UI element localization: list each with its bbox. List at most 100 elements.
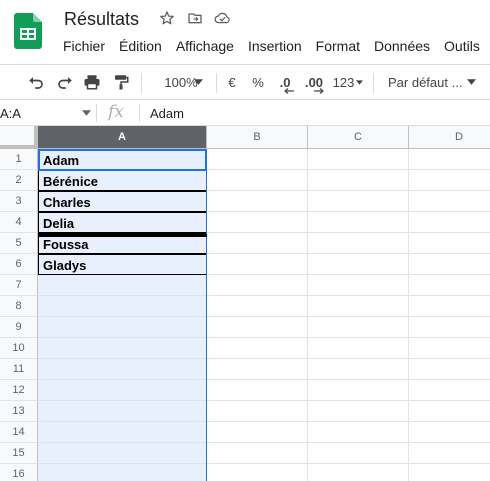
menu-insertion[interactable]: Insertion bbox=[248, 38, 302, 54]
select-all-corner[interactable] bbox=[0, 126, 38, 149]
row-header-10[interactable]: 10 bbox=[0, 338, 38, 359]
cell-c5[interactable] bbox=[308, 233, 409, 254]
cell-c9[interactable] bbox=[308, 317, 409, 338]
cloud-status-icon[interactable] bbox=[214, 9, 231, 26]
document-title[interactable]: Résultats bbox=[64, 9, 139, 30]
cell-d3[interactable] bbox=[409, 191, 490, 212]
row-header-2[interactable]: 2 bbox=[0, 170, 38, 191]
cell-c4[interactable] bbox=[308, 212, 409, 233]
row-header-5[interactable]: 5 bbox=[0, 233, 38, 254]
column-header-a[interactable]: A bbox=[38, 126, 207, 149]
redo-icon[interactable] bbox=[53, 65, 77, 99]
cell-b13[interactable] bbox=[207, 401, 308, 422]
cell-d15[interactable] bbox=[409, 443, 490, 464]
cell-a9[interactable] bbox=[38, 317, 207, 338]
menu-fichier[interactable]: Fichier bbox=[63, 38, 105, 54]
cell-d10[interactable] bbox=[409, 338, 490, 359]
cell-a11[interactable] bbox=[38, 359, 207, 380]
cell-a1[interactable]: Adam bbox=[38, 149, 207, 170]
cell-c8[interactable] bbox=[308, 296, 409, 317]
cell-b10[interactable] bbox=[207, 338, 308, 359]
row-header-9[interactable]: 9 bbox=[0, 317, 38, 338]
cell-a8[interactable] bbox=[38, 296, 207, 317]
row-header-4[interactable]: 4 bbox=[0, 212, 38, 233]
cell-d14[interactable] bbox=[409, 422, 490, 443]
row-header-3[interactable]: 3 bbox=[0, 191, 38, 212]
cell-c3[interactable] bbox=[308, 191, 409, 212]
row-header-14[interactable]: 14 bbox=[0, 422, 38, 443]
row-header-7[interactable]: 7 bbox=[0, 275, 38, 296]
cell-d4[interactable] bbox=[409, 212, 490, 233]
currency-format-button[interactable]: € bbox=[222, 65, 242, 99]
cell-b9[interactable] bbox=[207, 317, 308, 338]
cell-a7[interactable] bbox=[38, 275, 207, 296]
row-header-1[interactable]: 1 bbox=[0, 149, 38, 170]
cell-a10[interactable] bbox=[38, 338, 207, 359]
cell-b16[interactable] bbox=[207, 464, 308, 481]
row-header-15[interactable]: 15 bbox=[0, 443, 38, 464]
cell-c14[interactable] bbox=[308, 422, 409, 443]
cell-d9[interactable] bbox=[409, 317, 490, 338]
cell-b2[interactable] bbox=[207, 170, 308, 191]
star-icon[interactable] bbox=[158, 9, 175, 26]
cell-b14[interactable] bbox=[207, 422, 308, 443]
cell-d16[interactable] bbox=[409, 464, 490, 481]
cell-b6[interactable] bbox=[207, 254, 308, 275]
sheets-logo[interactable] bbox=[14, 13, 42, 49]
column-header-c[interactable]: C bbox=[308, 126, 409, 149]
cell-b1[interactable] bbox=[207, 149, 308, 170]
cell-a2[interactable]: Bérénice bbox=[38, 170, 207, 191]
cell-c13[interactable] bbox=[308, 401, 409, 422]
cell-a12[interactable] bbox=[38, 380, 207, 401]
cell-c10[interactable] bbox=[308, 338, 409, 359]
font-family-select[interactable]: Par défaut ... bbox=[380, 65, 480, 99]
cell-c2[interactable] bbox=[308, 170, 409, 191]
cell-a14[interactable] bbox=[38, 422, 207, 443]
cell-c7[interactable] bbox=[308, 275, 409, 296]
column-header-b[interactable]: B bbox=[207, 126, 308, 149]
increase-decimals-button[interactable]: .00 bbox=[302, 65, 326, 99]
cell-b5[interactable] bbox=[207, 233, 308, 254]
row-header-13[interactable]: 13 bbox=[0, 401, 38, 422]
menu-donnees[interactable]: Données bbox=[374, 38, 430, 54]
percent-format-button[interactable]: % bbox=[248, 65, 268, 99]
row-header-6[interactable]: 6 bbox=[0, 254, 38, 275]
cell-c15[interactable] bbox=[308, 443, 409, 464]
menu-outils[interactable]: Outils bbox=[444, 38, 480, 54]
cell-c12[interactable] bbox=[308, 380, 409, 401]
cell-c16[interactable] bbox=[308, 464, 409, 481]
cell-d6[interactable] bbox=[409, 254, 490, 275]
name-box[interactable]: A:A bbox=[0, 106, 21, 121]
cell-d12[interactable] bbox=[409, 380, 490, 401]
column-header-d[interactable]: D bbox=[409, 126, 490, 149]
cell-a6[interactable]: Gladys bbox=[38, 254, 207, 275]
menu-edition[interactable]: Édition bbox=[119, 38, 162, 54]
cell-d1[interactable] bbox=[409, 149, 490, 170]
move-to-folder-icon[interactable] bbox=[186, 9, 203, 26]
row-header-8[interactable]: 8 bbox=[0, 296, 38, 317]
cell-b3[interactable] bbox=[207, 191, 308, 212]
cell-d8[interactable] bbox=[409, 296, 490, 317]
cell-d2[interactable] bbox=[409, 170, 490, 191]
decrease-decimals-button[interactable]: .0 bbox=[274, 65, 296, 99]
cell-d11[interactable] bbox=[409, 359, 490, 380]
cell-b7[interactable] bbox=[207, 275, 308, 296]
cell-b15[interactable] bbox=[207, 443, 308, 464]
cell-a16[interactable] bbox=[38, 464, 207, 481]
cell-c11[interactable] bbox=[308, 359, 409, 380]
cell-b4[interactable] bbox=[207, 212, 308, 233]
cell-c1[interactable] bbox=[308, 149, 409, 170]
cell-d13[interactable] bbox=[409, 401, 490, 422]
chevron-down-icon[interactable] bbox=[82, 110, 91, 116]
row-header-12[interactable]: 12 bbox=[0, 380, 38, 401]
cell-c6[interactable] bbox=[308, 254, 409, 275]
cell-b12[interactable] bbox=[207, 380, 308, 401]
paint-format-icon[interactable] bbox=[109, 65, 133, 99]
cell-a4[interactable]: Delia bbox=[38, 212, 207, 233]
cell-d5[interactable] bbox=[409, 233, 490, 254]
cell-d7[interactable] bbox=[409, 275, 490, 296]
cell-b11[interactable] bbox=[207, 359, 308, 380]
undo-icon[interactable] bbox=[24, 65, 48, 99]
cell-a3[interactable]: Charles bbox=[38, 191, 207, 212]
zoom-select[interactable]: 100% bbox=[150, 65, 212, 99]
